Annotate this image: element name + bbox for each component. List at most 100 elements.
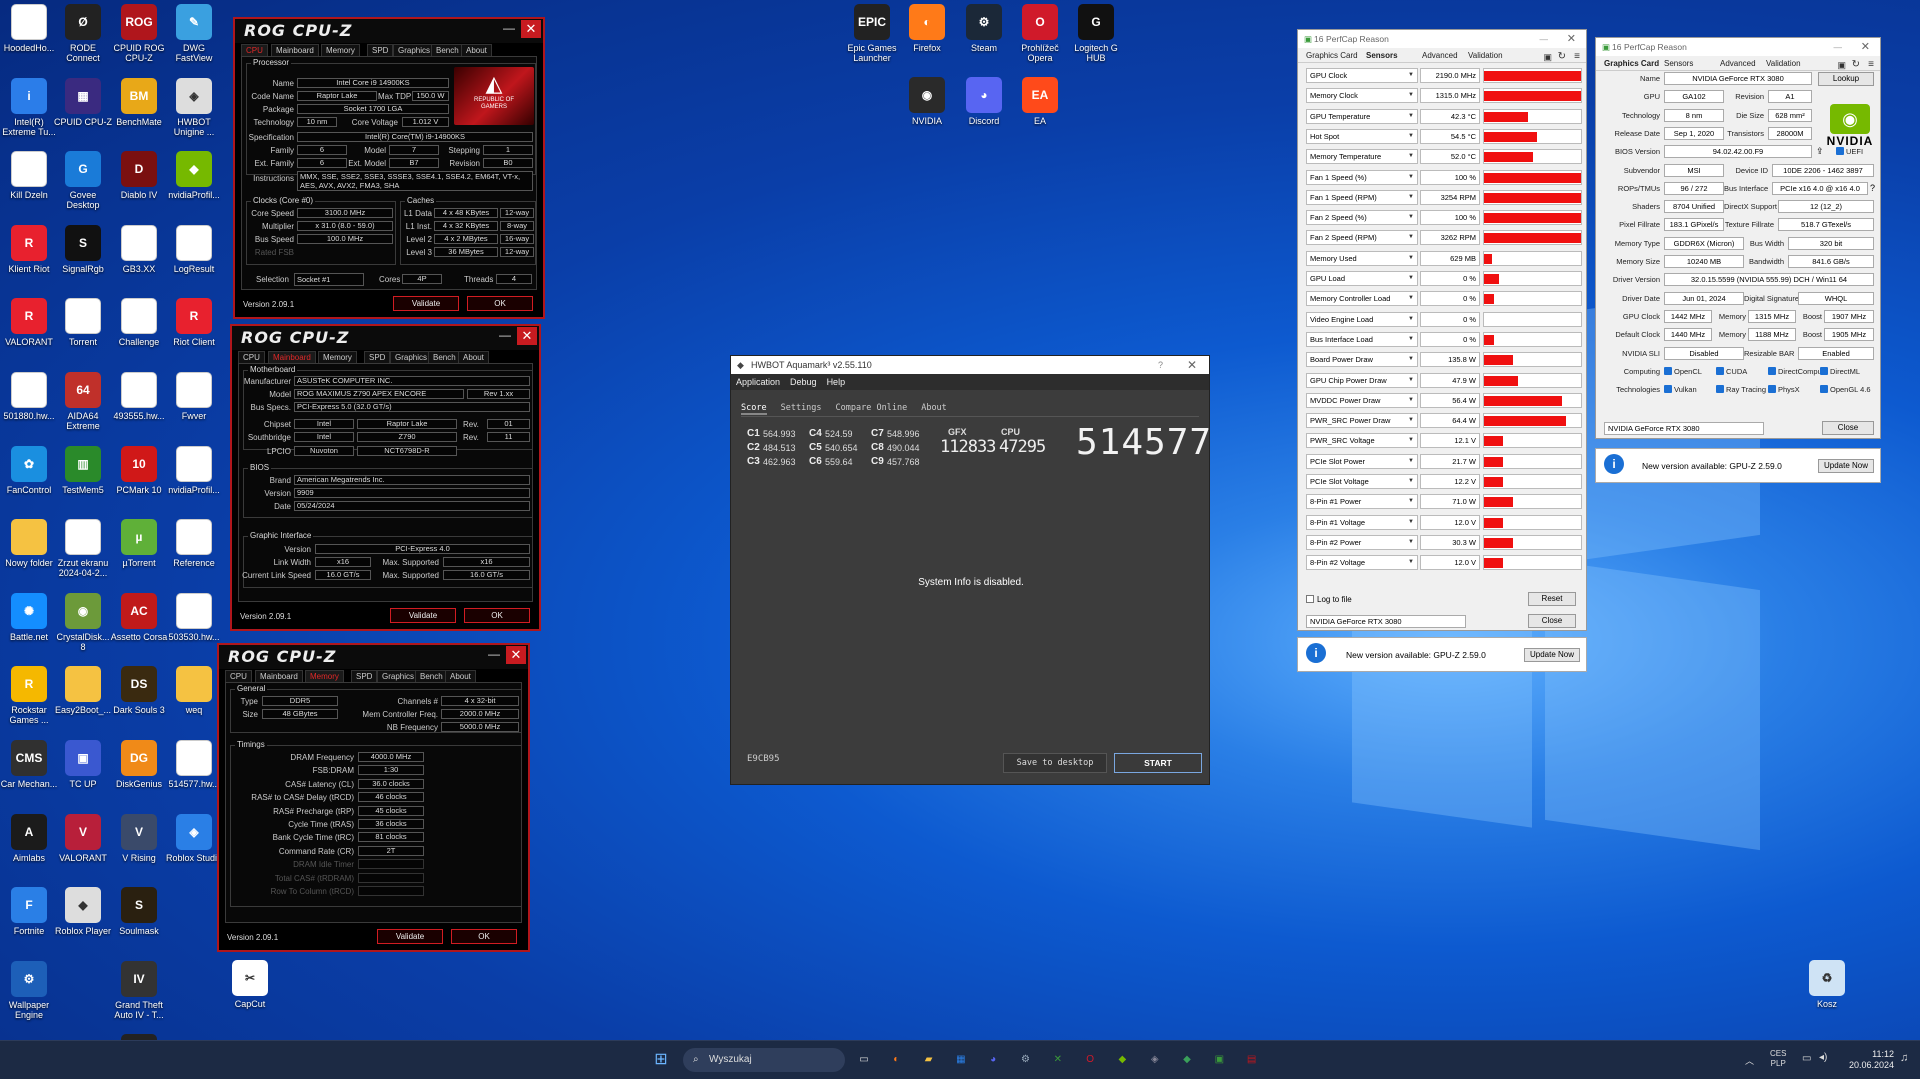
menu-icon[interactable]: ≡ xyxy=(1868,59,1874,70)
desktop-icon[interactable]: G Govee Desktop xyxy=(54,151,112,221)
desktop-icon[interactable]: Zrzut ekranu 2024-04-2... xyxy=(54,519,112,589)
desktop-icon[interactable]: DG DiskGenius xyxy=(110,740,168,810)
tab-graphics[interactable]: Graphics xyxy=(393,44,436,56)
minimize-icon[interactable]: — xyxy=(488,647,500,661)
close-icon[interactable]: ✕ xyxy=(517,327,537,345)
tab-sensors[interactable]: Sensors xyxy=(1664,59,1693,68)
tab-graphics-card[interactable]: Graphics Card xyxy=(1306,51,1358,60)
tab-graphics[interactable]: Graphics xyxy=(377,670,420,682)
sensor-name-select[interactable]: PCIe Slot Power xyxy=(1306,453,1418,469)
aquamark-titlebar[interactable]: ◆ HWBOT Aquamark³ v2.55.110 ? ✕ xyxy=(731,356,1209,374)
search-box[interactable]: ⌕ Wyszukaj xyxy=(683,1048,845,1072)
tab-spd[interactable]: SPD xyxy=(351,670,378,682)
generic-app-icon[interactable]: ◈ xyxy=(1144,1049,1166,1071)
save-to-desktop-button[interactable]: Save to desktop xyxy=(1003,753,1107,773)
sensor-name-select[interactable]: Hot Spot xyxy=(1306,128,1418,144)
validate-button[interactable]: Validate xyxy=(393,296,459,311)
sensor-name-select[interactable]: GPU Load xyxy=(1306,271,1418,286)
desktop-icon[interactable]: ◈ Roblox Studio xyxy=(165,813,223,884)
sensor-name-select[interactable]: MVDDC Power Draw xyxy=(1306,392,1418,408)
close-button[interactable]: Close xyxy=(1822,421,1874,435)
desktop-icon[interactable]: ♻ Kosz xyxy=(1798,960,1856,1030)
language-indicator[interactable]: CES PLP xyxy=(1770,1049,1786,1069)
desktop-icon[interactable]: Torrent xyxy=(54,298,112,368)
desktop-icon[interactable]: ◉ NVIDIA xyxy=(898,77,956,147)
gpuz-titlebar[interactable]: ▣ 16 PerfCap Reason — ✕ xyxy=(1596,38,1880,56)
desktop-icon[interactable]: weq xyxy=(165,666,223,736)
desktop-icon[interactable]: R Riot Client xyxy=(165,298,223,368)
desktop-icon[interactable]: ▦ CPUID CPU-Z xyxy=(54,77,112,148)
sensor-name-select[interactable]: Memory Clock xyxy=(1306,88,1418,104)
file-explorer-icon[interactable]: ▰ xyxy=(918,1049,940,1071)
tab-memory[interactable]: Memory xyxy=(305,670,344,682)
tab-bench[interactable]: Bench xyxy=(415,670,448,682)
desktop-icon[interactable]: 514577.hw... xyxy=(165,740,223,810)
ok-button[interactable]: OK xyxy=(464,608,530,623)
desktop-icon[interactable]: Fwver xyxy=(165,372,223,442)
desktop-icon[interactable]: Kill Dzeln xyxy=(0,151,58,221)
desktop-icon[interactable]: nvidiaProfil... xyxy=(165,445,223,516)
desktop-icon[interactable]: 10 PCMark 10 xyxy=(110,445,168,516)
sensor-name-select[interactable]: 8-Pin #1 Voltage xyxy=(1306,514,1418,530)
validate-button[interactable]: Validate xyxy=(390,608,456,623)
start-button[interactable]: ⊞ xyxy=(650,1049,672,1071)
sensor-name-select[interactable]: 8-Pin #2 Voltage xyxy=(1306,555,1418,571)
desktop-icon[interactable]: ◕ Discord xyxy=(955,77,1013,147)
update-now-button[interactable]: Update Now xyxy=(1524,648,1580,662)
desktop-icon[interactable]: ▥ TestMem5 xyxy=(54,445,112,516)
desktop-icon[interactable]: ◈ HWBOT Unigine ... xyxy=(165,77,223,148)
desktop-icon[interactable]: HoodedHo... xyxy=(0,4,58,74)
desktop-icon[interactable]: G Logitech G HUB xyxy=(1067,4,1125,74)
desktop-icon[interactable]: Ø RODE Connect xyxy=(54,4,112,74)
sensor-name-select[interactable]: Fan 1 Speed (%) xyxy=(1306,169,1418,185)
desktop-icon[interactable]: 501880.hw... xyxy=(0,372,58,442)
desktop-icon[interactable]: Easy2Boot_... xyxy=(54,666,112,736)
refresh-icon[interactable]: ↻ xyxy=(1558,51,1566,62)
menu-icon[interactable]: ≡ xyxy=(1574,51,1580,62)
sensor-name-select[interactable]: PWR_SRC Voltage xyxy=(1306,433,1418,449)
card-select[interactable]: NVIDIA GeForce RTX 3080 xyxy=(1604,422,1764,435)
firefox-icon[interactable]: ◐ xyxy=(885,1049,907,1071)
tech-physx-checkbox[interactable]: PhysX xyxy=(1768,385,1800,394)
desktop-icon[interactable]: ◆ nvidiaProfil... xyxy=(165,151,223,221)
update-now-button[interactable]: Update Now xyxy=(1818,459,1874,473)
desktop-icon[interactable]: 64 AIDA64 Extreme xyxy=(54,372,112,442)
desktop-icon[interactable]: S Soulmask xyxy=(110,887,168,957)
sensor-name-select[interactable]: Memory Temperature xyxy=(1306,149,1418,165)
card-select[interactable]: NVIDIA GeForce RTX 3080 xyxy=(1306,615,1466,628)
desktop-icon[interactable]: ✂ CapCut xyxy=(221,960,279,1030)
tab-mainboard[interactable]: Mainboard xyxy=(271,44,319,56)
sensor-name-select[interactable]: 8-Pin #1 Power xyxy=(1306,494,1418,510)
desktop-icon[interactable]: DS Dark Souls 3 xyxy=(110,666,168,736)
desktop-icon[interactable]: V V Rising xyxy=(110,813,168,884)
desktop-icon[interactable]: 493555.hw... xyxy=(110,372,168,442)
menu-debug[interactable]: Debug xyxy=(790,377,817,387)
desktop-icon[interactable]: LogResult xyxy=(165,224,223,295)
xbox-icon[interactable]: ✕ xyxy=(1047,1049,1069,1071)
desktop-icon[interactable]: BM BenchMate xyxy=(110,77,168,148)
cpuz-titlebar[interactable]: ROG CPU-Z — ✕ xyxy=(235,19,543,43)
desktop-icon[interactable]: GB3.XX xyxy=(110,224,168,295)
desktop-icon[interactable]: O Prohlížeč Opera xyxy=(1011,4,1069,74)
sensor-name-select[interactable]: Fan 1 Speed (RPM) xyxy=(1306,189,1418,205)
desktop-icon[interactable]: ✿ FanControl xyxy=(0,445,58,516)
sensor-name-select[interactable]: GPU Clock xyxy=(1306,68,1418,83)
minimize-icon[interactable]: — xyxy=(1540,30,1549,48)
desktop-icon[interactable]: D Diablo IV xyxy=(110,151,168,221)
desktop-icon[interactable]: AC Assetto Corsa xyxy=(110,592,168,663)
sensor-name-select[interactable]: PWR_SRC Power Draw xyxy=(1306,413,1418,429)
tab-mainboard[interactable]: Mainboard xyxy=(268,351,316,363)
desktop-icon[interactable]: CMS Car Mechan... xyxy=(0,740,58,810)
minimize-icon[interactable]: — xyxy=(499,328,511,342)
desktop-icon[interactable]: R Rockstar Games ... xyxy=(0,666,58,736)
notification-bell-icon[interactable]: ♫ xyxy=(1900,1052,1908,1064)
sensor-name-select[interactable]: Fan 2 Speed (%) xyxy=(1306,210,1418,226)
menu-help[interactable]: Help xyxy=(827,377,846,387)
task-view-icon[interactable]: ▭ xyxy=(853,1049,875,1071)
ok-button[interactable]: OK xyxy=(467,296,533,311)
tab-compare-online[interactable]: Compare Online xyxy=(836,403,908,413)
sensor-name-select[interactable]: Video Engine Load xyxy=(1306,311,1418,327)
computing-directml-checkbox[interactable]: DirectML xyxy=(1820,366,1860,376)
tab-advanced[interactable]: Advanced xyxy=(1422,51,1458,60)
tab-score[interactable]: Score xyxy=(741,403,767,415)
